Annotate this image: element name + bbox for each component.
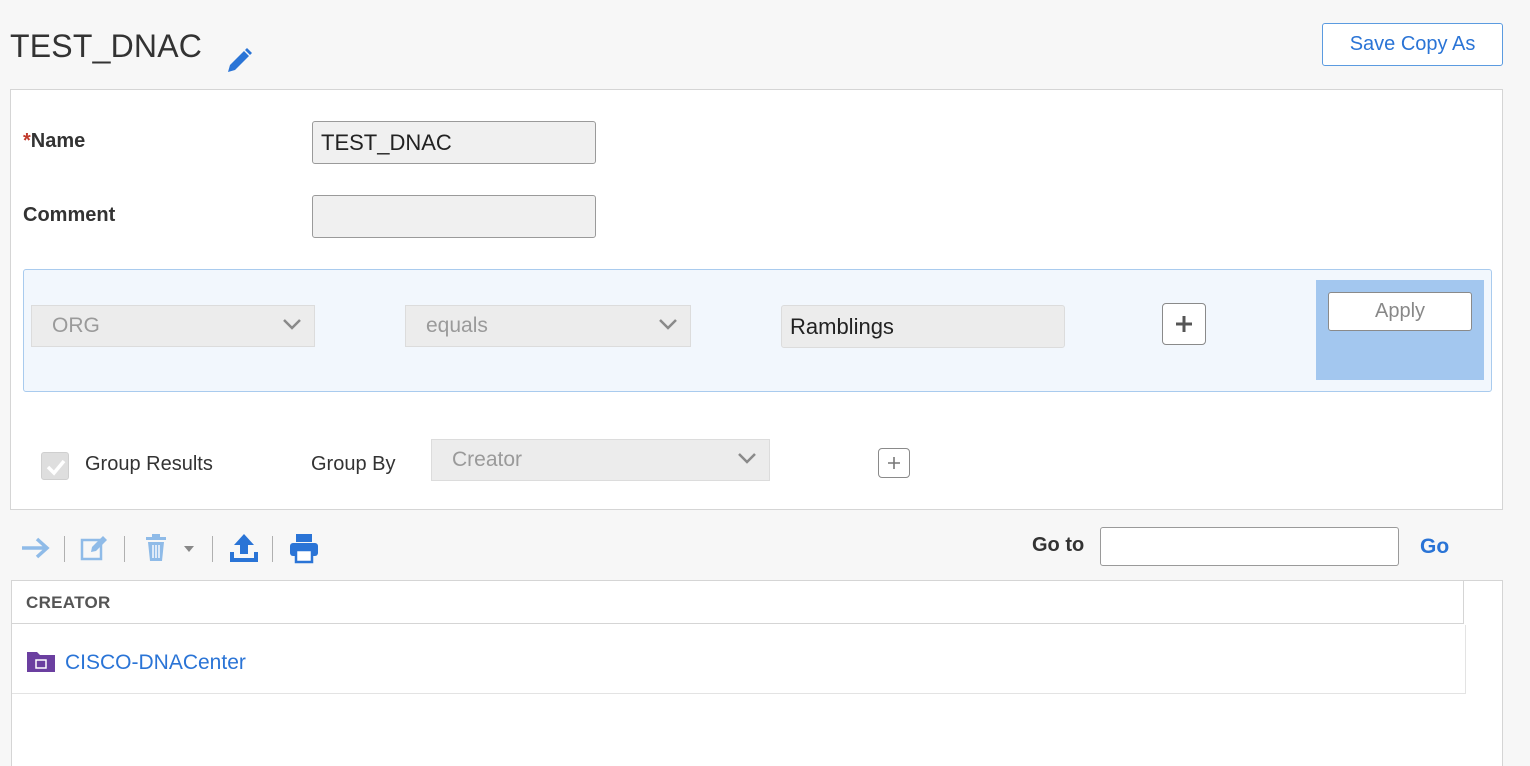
group-by-label: Group By	[311, 453, 396, 475]
pencil-icon[interactable]	[222, 44, 256, 78]
toolbar-separator	[124, 536, 125, 562]
filter-operator-value: equals	[426, 314, 488, 337]
page-title: TEST_DNAC	[10, 28, 203, 64]
add-group-button[interactable]	[878, 448, 910, 478]
filter-criteria-input[interactable]	[781, 305, 1065, 348]
toolbar-separator	[212, 536, 213, 562]
filter-field-value: ORG	[52, 314, 100, 337]
comment-input[interactable]	[312, 195, 596, 238]
column-header-creator[interactable]: CREATOR	[26, 593, 111, 613]
save-copy-as-button[interactable]: Save Copy As	[1322, 23, 1503, 66]
creator-link[interactable]: CISCO-DNACenter	[65, 651, 246, 675]
results-table: CREATOR CISCO-DNACenter	[11, 580, 1503, 766]
plus-icon	[1176, 316, 1192, 332]
filter-field-select[interactable]: ORG	[31, 305, 315, 347]
add-filter-button[interactable]	[1162, 303, 1206, 345]
folder-icon	[27, 652, 55, 672]
print-icon[interactable]	[288, 532, 320, 564]
go-link[interactable]: Go	[1420, 535, 1449, 559]
edit-icon[interactable]	[80, 534, 110, 562]
goto-label: Go to	[1032, 534, 1085, 556]
toolbar-separator	[272, 536, 273, 562]
chevron-down-icon	[659, 319, 677, 330]
group-by-value: Creator	[452, 448, 523, 471]
chevron-down-icon	[738, 453, 756, 464]
group-by-select[interactable]: Creator	[431, 439, 770, 481]
table-header-row: CREATOR	[12, 581, 1464, 624]
trash-icon[interactable]	[143, 534, 169, 562]
chevron-down-icon	[283, 319, 301, 330]
toolbar-separator	[64, 536, 65, 562]
table-row[interactable]: CISCO-DNACenter	[12, 625, 1466, 694]
caret-down-icon[interactable]	[182, 544, 196, 554]
name-label: *Name	[23, 130, 85, 153]
required-marker: *	[23, 130, 31, 152]
filter-operator-select[interactable]: equals	[405, 305, 691, 347]
upload-icon[interactable]	[228, 532, 260, 564]
apply-area: Apply	[1316, 280, 1484, 380]
plus-icon	[888, 457, 900, 469]
group-results-label: Group Results	[85, 453, 213, 475]
goto-input[interactable]	[1100, 527, 1399, 566]
comment-label: Comment	[23, 204, 116, 226]
name-label-text: Name	[30, 130, 86, 152]
group-results-checkbox[interactable]	[41, 452, 69, 480]
arrow-right-icon[interactable]	[20, 534, 52, 562]
filter-criteria-box: ORG equals Apply	[23, 269, 1492, 392]
apply-button[interactable]: Apply	[1328, 292, 1472, 331]
report-form-panel: *Name Comment ORG equals Apply Group Res…	[10, 89, 1503, 510]
checkmark-icon	[46, 459, 66, 476]
name-input[interactable]	[312, 121, 596, 164]
